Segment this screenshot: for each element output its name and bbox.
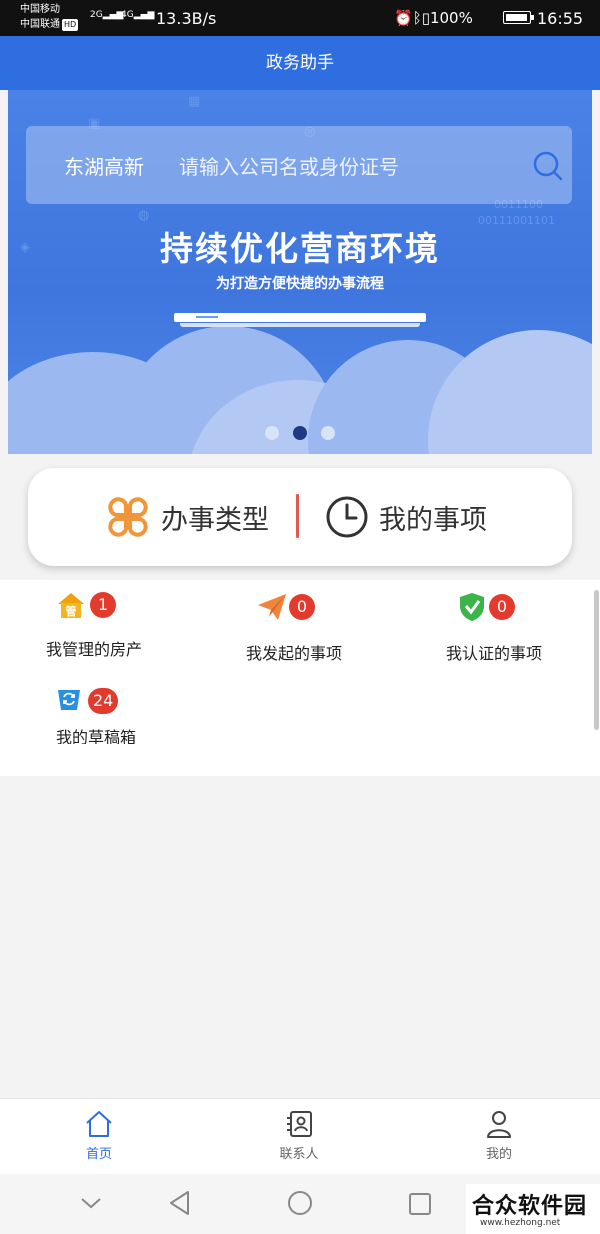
laptop-illustration [174, 313, 426, 327]
clock: 16:55 [537, 9, 584, 28]
alarm-icon: ⏰ [394, 9, 413, 27]
item-label: 我发起的事项 [246, 644, 343, 663]
carrier-primary: 中国移动 [20, 4, 60, 15]
count-badge: 0 [489, 594, 515, 620]
carrier-secondary: 中国联通 HD [20, 19, 79, 31]
search-bar[interactable]: 东湖高新 请输入公司名或身份证号 [26, 126, 572, 204]
carousel-indicator [8, 425, 592, 444]
item-label: 我认证的事项 [446, 644, 543, 663]
count-badge: 0 [289, 594, 315, 620]
item-label: 我管理的房产 [46, 640, 143, 659]
signal-4g-label: 4G [121, 10, 134, 20]
contacts-icon [287, 1111, 312, 1137]
banner-headline: 持续优化营商环境 [160, 229, 440, 268]
location-selector[interactable]: 东湖高新 [64, 151, 144, 180]
carousel-dot-active[interactable] [293, 426, 307, 440]
clock-icon [326, 496, 368, 538]
tab-home-label: 首页 [85, 1147, 112, 1162]
item-label: 我的草稿箱 [56, 728, 137, 744]
service-type-label: 办事类型 [161, 504, 269, 536]
carrier-secondary-label: 中国联通 [20, 19, 60, 30]
watermark-url: www.hezhong.net [480, 1218, 561, 1228]
carousel-dot[interactable] [265, 426, 279, 440]
draft-box-icon [58, 690, 80, 710]
tab-contacts-label: 联系人 [279, 1147, 319, 1162]
scrollbar-thumb[interactable] [594, 590, 599, 730]
battery-percent: 100% [429, 9, 473, 27]
managed-property-item[interactable]: 管 1 我管理的房产 [46, 590, 226, 660]
carousel-dot[interactable] [321, 426, 335, 440]
banner-subheadline: 为打造方便快捷的办事流程 [216, 276, 384, 292]
four-leaf-icon [108, 497, 148, 537]
hd-badge: HD [62, 19, 79, 31]
vibrate-icon: ▯ [421, 9, 430, 27]
chevron-down-icon[interactable] [80, 1196, 102, 1210]
search-input[interactable]: 请输入公司名或身份证号 [179, 151, 399, 180]
search-icon[interactable] [532, 150, 564, 182]
recent-apps-icon[interactable] [408, 1192, 432, 1216]
system-icons: ⏰ᛒ▯100% [394, 9, 473, 27]
house-icon: 管 [58, 593, 84, 618]
back-icon[interactable] [168, 1190, 192, 1216]
service-type-button[interactable]: 办事类型 [105, 490, 269, 544]
count-badge: 24 [88, 688, 119, 714]
my-matters-button[interactable]: 我的事项 [325, 490, 487, 544]
count-badge: 1 [90, 592, 116, 618]
certified-matters-item[interactable]: 0 我认证的事项 [446, 590, 600, 663]
home-icon [86, 1111, 112, 1137]
app-title-bar: 政务助手 [0, 36, 600, 90]
tab-contacts[interactable]: 联系人 [249, 1109, 349, 1162]
initiated-matters-item[interactable]: 0 我发起的事项 [246, 590, 426, 663]
battery-icon [503, 11, 534, 24]
entry-divider [296, 494, 299, 538]
shield-check-icon [460, 593, 484, 621]
signal-type-label: 2G [90, 10, 103, 20]
page-title: 政务助手 [266, 53, 334, 73]
signal-4g-icon: 4G▂▄▆ [121, 10, 155, 20]
status-bar: 中国移动 中国联通 HD 2G▂▄▆ 4G▂▄▆ 13.3B/s ⏰ᛒ▯100% … [0, 0, 600, 36]
draft-box-item[interactable]: 24 我的草稿箱 [54, 684, 234, 744]
my-matters-label: 我的事项 [379, 504, 487, 536]
tab-me-label: 我的 [485, 1147, 512, 1162]
matters-grid: 管 1 我管理的房产 0 我发起的事项 0 我认证的事项 24 我的草稿箱 [0, 580, 600, 776]
tab-home[interactable]: 首页 [49, 1109, 149, 1162]
bluetooth-icon: ᛒ [412, 9, 422, 27]
watermark-text: 合众软件园 [472, 1194, 588, 1219]
network-speed: 13.3B/s [156, 9, 217, 28]
home-circle-icon[interactable] [287, 1190, 313, 1216]
bottom-tab-bar: 首页 联系人 我的 [0, 1098, 600, 1174]
paper-plane-icon [258, 594, 286, 620]
watermark: 合众软件园 www.hezhong.net [466, 1184, 600, 1234]
deco-icon: ▦ [188, 94, 201, 109]
signal-icon: 2G▂▄▆ [90, 10, 124, 20]
banner-carousel[interactable]: ▦ ▣ ◎ ◍ 0011100 00111001101 ◈ 东湖高新 请输入公司… [8, 90, 592, 454]
person-icon [487, 1111, 511, 1138]
deco-icon: ◍ [138, 208, 150, 223]
house-icon-label: 管 [66, 604, 77, 618]
tab-me[interactable]: 我的 [449, 1109, 549, 1162]
quick-entry-card: 办事类型 我的事项 [28, 468, 572, 566]
